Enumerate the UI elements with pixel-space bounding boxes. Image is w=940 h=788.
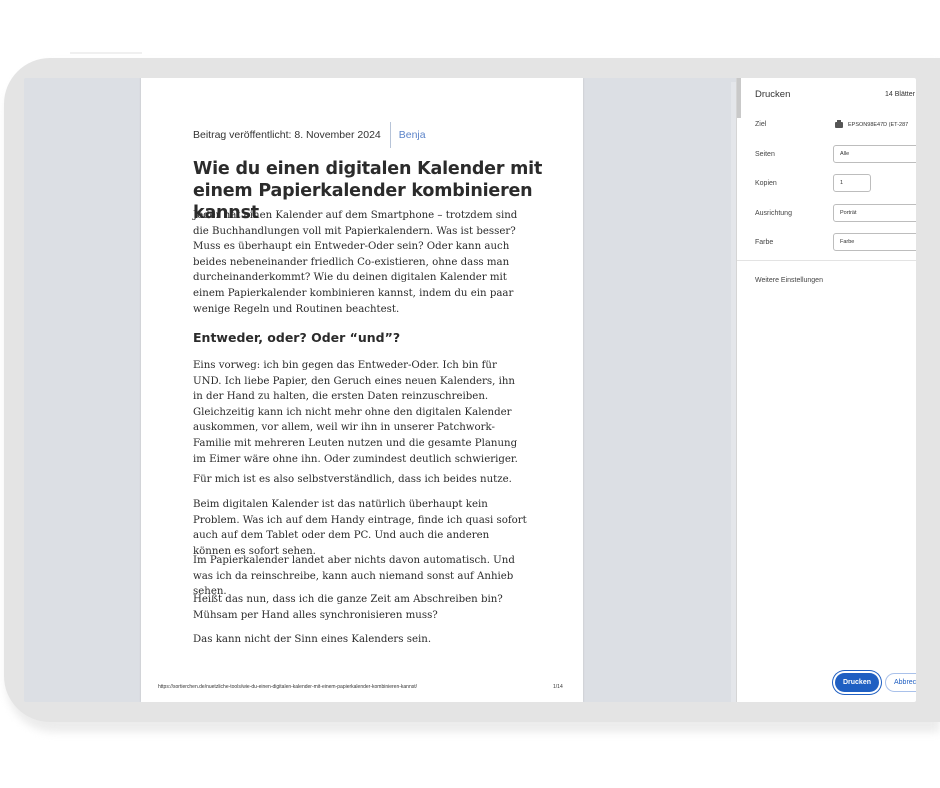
print-dialog-title: Drucken xyxy=(755,89,791,100)
article-paragraph: Für mich ist es also selbstverständlich,… xyxy=(193,474,512,485)
article-intro: Jeder hat einen Kalender auf dem Smartph… xyxy=(193,210,518,315)
destination-label: Ziel xyxy=(755,121,767,128)
destination-value: EPSON98E47D (ET-287 xyxy=(848,122,909,128)
color-select[interactable]: Farbe xyxy=(833,233,916,251)
tablet-screen: Beitrag veröffentlicht: 8. November 2024… xyxy=(24,78,916,702)
print-settings-panel: Drucken 14 Blätter Ziel EPSON98E47D (ET-… xyxy=(736,78,916,702)
article-paragraph: Beim digitalen Kalender ist das natürlic… xyxy=(193,499,527,557)
copies-label: Kopien xyxy=(755,180,777,187)
settings-divider xyxy=(737,260,916,261)
preview-page: Beitrag veröffentlicht: 8. November 2024… xyxy=(141,78,583,702)
post-author-link[interactable]: Benja xyxy=(399,129,426,141)
post-date: Beitrag veröffentlicht: 8. November 2024 xyxy=(193,129,381,141)
page-footer-url: https://sortierchen.de/nuetzliche-tools/… xyxy=(158,684,418,690)
pages-select[interactable]: Alle xyxy=(833,145,916,163)
post-meta: Beitrag veröffentlicht: 8. November 2024… xyxy=(193,120,426,150)
print-button[interactable]: Drucken xyxy=(835,673,879,692)
pages-value: Alle xyxy=(840,151,850,157)
copies-value: 1 xyxy=(840,180,844,186)
sheet-count: 14 Blätter xyxy=(885,91,915,98)
destination-select[interactable]: EPSON98E47D (ET-287 xyxy=(833,116,916,134)
orientation-label: Ausrichtung xyxy=(755,210,792,217)
orientation-select[interactable]: Porträt xyxy=(833,204,916,222)
more-settings-toggle[interactable]: Weitere Einstellungen xyxy=(755,277,823,284)
article-paragraph: Heißt das nun, dass ich die ganze Zeit a… xyxy=(193,594,503,621)
article-paragraph: Eins vorweg: ich bin gegen das Entweder-… xyxy=(193,360,518,465)
meta-divider xyxy=(389,122,391,148)
orientation-value: Porträt xyxy=(840,210,857,216)
article-subheading: Entweder, oder? Oder “und”? xyxy=(193,330,401,345)
printer-icon xyxy=(835,120,843,128)
cancel-button[interactable]: Abbrechen xyxy=(885,673,916,692)
print-preview-area: Beitrag veröffentlicht: 8. November 2024… xyxy=(24,78,736,702)
page-number: 1/14 xyxy=(553,684,563,690)
color-label: Farbe xyxy=(755,239,774,246)
pages-label: Seiten xyxy=(755,151,775,158)
color-value: Farbe xyxy=(840,239,855,245)
panel-scrollbar[interactable] xyxy=(737,78,741,118)
article-paragraph: Das kann nicht der Sinn eines Kalenders … xyxy=(193,634,432,645)
copies-input[interactable]: 1 xyxy=(833,174,871,192)
tablet-reflection xyxy=(70,52,142,54)
